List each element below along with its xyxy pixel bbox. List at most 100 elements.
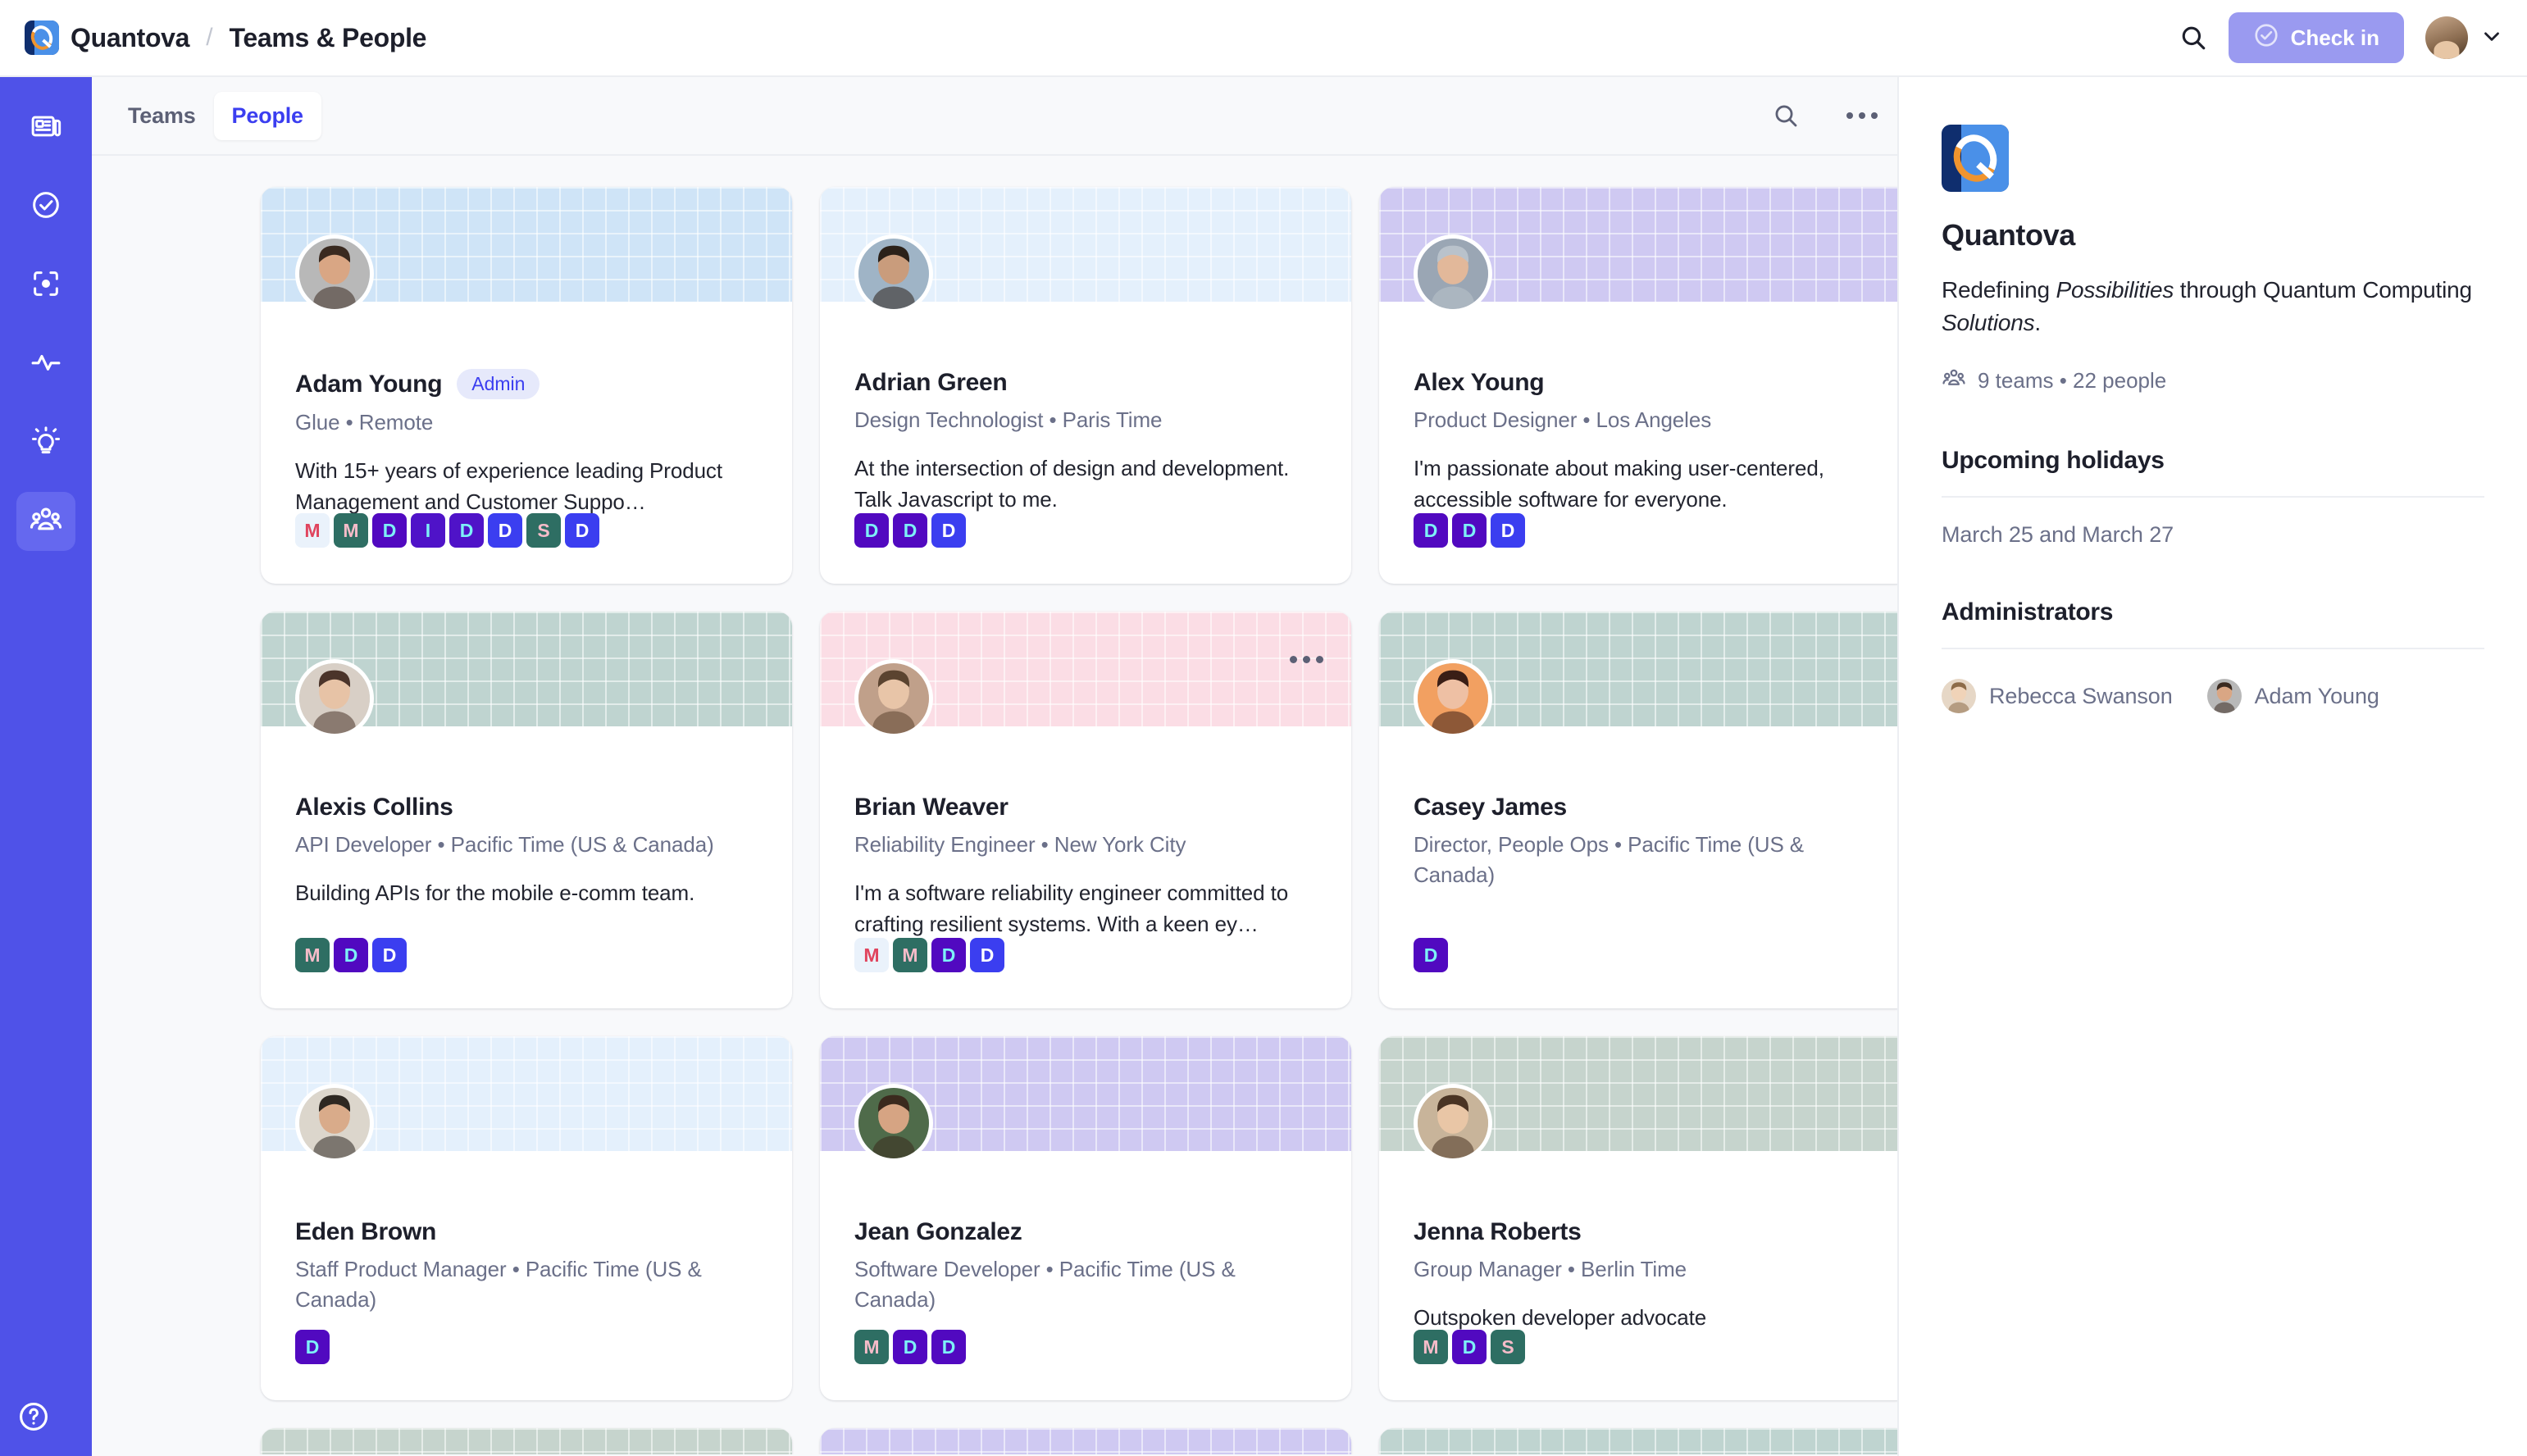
team-badge[interactable]: D (449, 513, 484, 548)
team-badge[interactable]: D (565, 513, 599, 548)
team-badge[interactable]: M (295, 938, 330, 972)
avatar (295, 1084, 374, 1163)
card-banner (1379, 1428, 1897, 1454)
team-badge[interactable]: D (893, 1330, 927, 1364)
person-card[interactable] (261, 1428, 792, 1454)
card-more-icon[interactable] (1290, 656, 1323, 663)
check-circle-icon (30, 189, 62, 225)
question-circle-icon (16, 1403, 51, 1437)
card-banner (820, 1428, 1351, 1454)
team-badge[interactable]: M (854, 938, 889, 972)
team-badge[interactable]: M (1414, 1330, 1448, 1364)
org-details-panel: Quantova Redefining Possibilities throug… (1897, 77, 2527, 1456)
sidebar-item-insights[interactable] (16, 413, 75, 472)
quantova-logo-icon[interactable] (25, 20, 59, 55)
more-horizontal-icon[interactable] (1846, 112, 1878, 119)
people-grid: Adam Young Admin Glue • Remote With 15+ yea… (92, 187, 1897, 1454)
team-badge[interactable]: D (1491, 513, 1525, 548)
quantova-logo-icon (1942, 125, 2009, 192)
administrator-item[interactable]: Rebecca Swanson (1942, 679, 2173, 714)
tab-people[interactable]: People (213, 91, 321, 140)
administrator-item[interactable]: Adam Young (2206, 679, 2379, 714)
team-badge[interactable]: D (970, 938, 1004, 972)
team-badge[interactable]: I (411, 513, 445, 548)
team-badge[interactable]: S (1491, 1330, 1525, 1364)
person-card[interactable]: Adam Young Admin Glue • Remote With 15+ yea… (261, 187, 792, 584)
team-badge[interactable]: D (372, 938, 407, 972)
person-card[interactable] (820, 1428, 1351, 1454)
person-card[interactable]: Alexis Collins API Developer • Pacific Ti… (261, 612, 792, 1008)
sidebar-item-tasks[interactable] (16, 177, 75, 236)
person-card[interactable]: Casey James Director, People Ops • Pacifi… (1379, 612, 1897, 1008)
card-body: Jean Gonzalez Software Developer • Pacifi… (820, 1151, 1351, 1315)
card-body: Eden Brown Staff Product Manager • Pacifi… (261, 1151, 792, 1315)
person-name: Eden Brown (295, 1218, 437, 1245)
person-card[interactable]: Adrian Green Design Technologist • Paris … (820, 187, 1351, 584)
person-card[interactable]: Brian Weaver Reliability Engineer • New Y… (820, 612, 1351, 1008)
sidebar-item-people[interactable] (16, 492, 75, 551)
org-stats: 9 teams • 22 people (1942, 366, 2484, 396)
team-badge[interactable]: M (334, 513, 368, 548)
team-badge[interactable]: D (931, 938, 966, 972)
team-badge[interactable]: D (372, 513, 407, 548)
person-card[interactable]: Eden Brown Staff Product Manager • Pacifi… (261, 1036, 792, 1400)
avatar (2206, 679, 2242, 714)
person-name: Jenna Roberts (1414, 1218, 1582, 1245)
org-desc-part2: through Quantum Computing (2174, 277, 2472, 303)
person-name: Jean Gonzalez (854, 1218, 1022, 1245)
org-desc-part1: Redefining (1942, 277, 2056, 303)
card-body: Alexis Collins API Developer • Pacific Ti… (261, 726, 792, 909)
sidebar-item-news[interactable] (16, 98, 75, 157)
breadcrumb-separator: / (206, 24, 213, 51)
people-group-icon (29, 503, 63, 541)
org-desc-part3: . (2034, 310, 2041, 336)
person-card[interactable] (1379, 1428, 1897, 1454)
check-in-button[interactable]: Check in (2228, 12, 2404, 63)
search-icon[interactable] (2179, 24, 2207, 52)
team-badge[interactable]: D (1452, 1330, 1487, 1364)
user-menu[interactable] (2425, 16, 2504, 59)
team-badge-list: D (1414, 938, 1448, 972)
card-body: Adam Young Admin Glue • Remote With 15+ yea… (261, 302, 792, 517)
team-badge-list: MDD (854, 1330, 966, 1364)
avatar (854, 1084, 933, 1163)
team-badge-list: MDS (1414, 1330, 1525, 1364)
team-badge[interactable]: D (854, 513, 889, 548)
people-grid-scroll[interactable]: Adam Young Admin Glue • Remote With 15+ yea… (92, 156, 1897, 1454)
person-card[interactable]: Jean Gonzalez Software Developer • Pacifi… (820, 1036, 1351, 1400)
search-icon[interactable] (1773, 102, 1799, 129)
team-badge[interactable]: D (334, 938, 368, 972)
card-body: Alex Young Product Designer • Los Angeles… (1379, 302, 1897, 515)
brand-name[interactable]: Quantova (71, 23, 189, 53)
tab-teams[interactable]: Teams (110, 92, 214, 140)
team-badge[interactable]: D (1414, 938, 1448, 972)
person-card[interactable]: Jenna Roberts Group Manager • Berlin Time… (1379, 1036, 1897, 1400)
team-badge[interactable]: S (526, 513, 561, 548)
team-badge[interactable]: D (931, 513, 966, 548)
person-role: Group Manager • Berlin Time (1414, 1257, 1687, 1281)
card-banner (261, 1428, 792, 1454)
team-badge[interactable]: D (1414, 513, 1448, 548)
avatar (295, 659, 374, 738)
sidebar-item-activity[interactable] (16, 334, 75, 394)
team-badge[interactable]: M (295, 513, 330, 548)
team-badge[interactable]: M (854, 1330, 889, 1364)
team-badge[interactable]: D (931, 1330, 966, 1364)
main-content: Teams People Adam Young Admin Glue • Remot… (92, 77, 1897, 1456)
card-body: Casey James Director, People Ops • Pacifi… (1379, 726, 1897, 890)
chevron-down-icon (2479, 24, 2504, 52)
team-badge[interactable]: D (488, 513, 522, 548)
team-badge[interactable]: D (295, 1330, 330, 1364)
upcoming-holidays-title: Upcoming holidays (1942, 447, 2165, 475)
person-name: Adrian Green (854, 369, 1008, 396)
divider (1942, 648, 2484, 650)
org-name: Quantova (1942, 218, 2075, 252)
person-name: Alexis Collins (295, 794, 453, 821)
team-badge[interactable]: D (893, 513, 927, 548)
help-button[interactable] (16, 1399, 51, 1438)
person-card[interactable]: Alex Young Product Designer • Los Angeles… (1379, 187, 1897, 584)
avatar (1414, 234, 1492, 313)
team-badge[interactable]: M (893, 938, 927, 972)
sidebar-item-focus[interactable] (16, 256, 75, 315)
team-badge[interactable]: D (1452, 513, 1487, 548)
